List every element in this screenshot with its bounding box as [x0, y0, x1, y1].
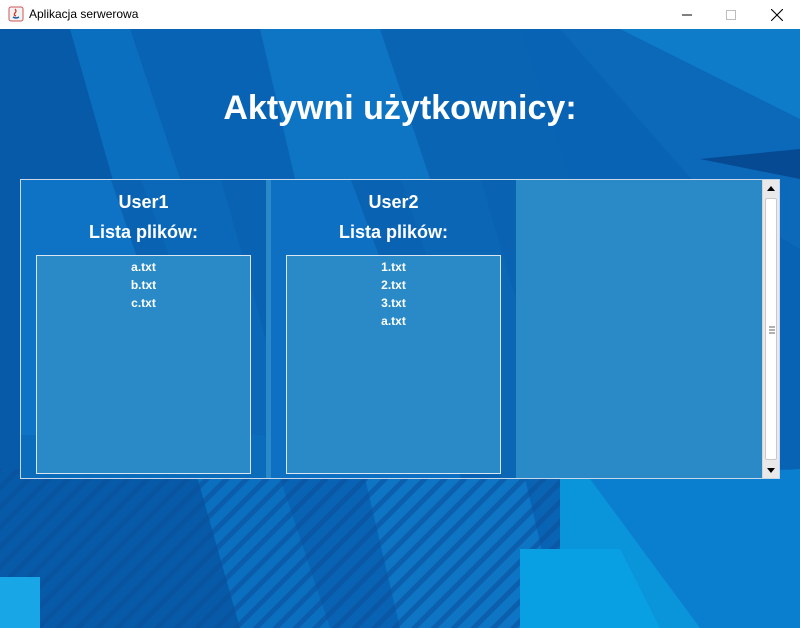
close-icon [771, 8, 783, 21]
file-list-box[interactable]: a.txt b.txt c.txt [36, 255, 251, 474]
scroll-up-arrow[interactable] [763, 180, 779, 196]
users-scroll-panel[interactable]: User1 Lista plików: a.txt b.txt c.txt Us… [20, 179, 780, 479]
scrollbar-thumb[interactable] [765, 198, 777, 460]
vertical-scrollbar[interactable] [762, 180, 779, 478]
file-item[interactable]: c.txt [37, 294, 250, 312]
user-name: User1 [118, 192, 169, 212]
maximize-button[interactable] [708, 0, 754, 29]
file-item[interactable]: a.txt [287, 312, 500, 330]
file-item[interactable]: 1.txt [287, 258, 500, 276]
file-list-box[interactable]: 1.txt 2.txt 3.txt a.txt [286, 255, 501, 474]
close-button[interactable] [754, 0, 800, 29]
java-icon [8, 6, 24, 22]
minimize-icon [682, 14, 692, 15]
files-label: Lista plików: [88, 222, 198, 242]
file-item[interactable]: 2.txt [287, 276, 500, 294]
user-name: User2 [368, 192, 419, 212]
grip-icon [769, 326, 775, 334]
page-title: Aktywni użytkownicy: [223, 89, 577, 127]
window-title: Aplikacja serwerowa [29, 7, 139, 21]
triangle-down-icon [767, 467, 775, 473]
triangle-up-icon [767, 185, 775, 191]
scroll-down-arrow[interactable] [763, 462, 779, 478]
user-card: User1 Lista plików: a.txt b.txt c.txt [21, 180, 266, 478]
main-window-content: Aktywni użytkownicy: User1 Lista plików:… [0, 29, 800, 628]
minimize-button[interactable] [664, 0, 710, 29]
files-label: Lista plików: [338, 222, 448, 242]
file-item[interactable]: a.txt [37, 258, 250, 276]
file-item[interactable]: b.txt [37, 276, 250, 294]
title-bar[interactable]: Aplikacja serwerowa [0, 0, 800, 30]
file-item[interactable]: 3.txt [287, 294, 500, 312]
user-card: User2 Lista plików: 1.txt 2.txt 3.txt a.… [271, 180, 516, 478]
maximize-icon [726, 9, 736, 20]
column-divider [516, 180, 521, 478]
